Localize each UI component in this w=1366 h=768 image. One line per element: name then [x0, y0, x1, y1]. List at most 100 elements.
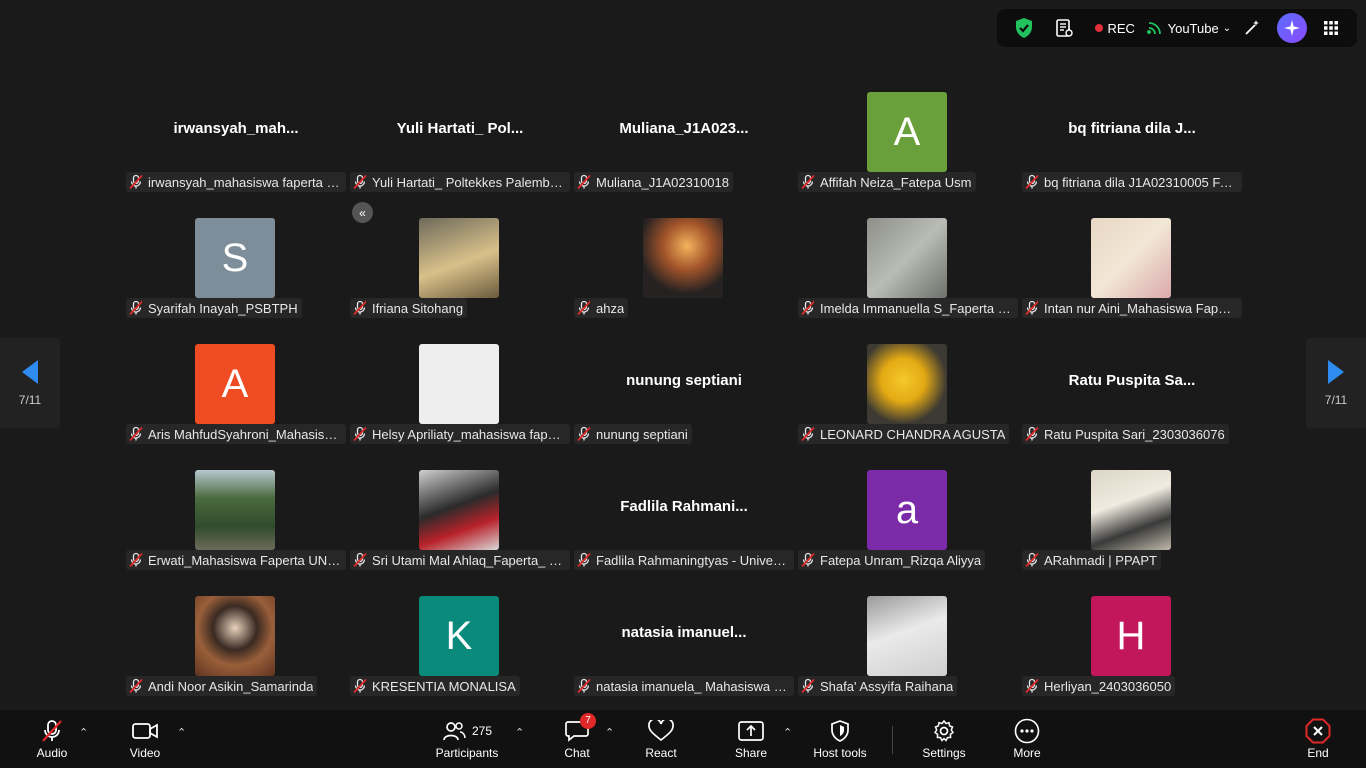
participant-photo	[419, 344, 499, 424]
host-tools-button[interactable]: Host tools	[810, 710, 870, 768]
livestream-dropdown[interactable]: YouTube ⌄	[1143, 9, 1234, 47]
participant-tile[interactable]: S Syarifah Inayah_PSBTPH	[124, 216, 348, 342]
chat-options-caret-icon[interactable]: ⌃	[605, 726, 614, 739]
participant-tile[interactable]: Ifriana Sitohang	[348, 216, 572, 342]
video-button[interactable]: Video	[126, 710, 164, 768]
avatar-initial: H	[1116, 613, 1146, 658]
participant-tile[interactable]: Erwati_Mahasiswa Faperta UNM...	[124, 468, 348, 594]
participants-button[interactable]: 275 Participants	[430, 710, 504, 768]
end-meeting-button[interactable]: End	[1300, 710, 1336, 768]
muted-mic-icon	[1025, 300, 1039, 316]
participant-name-tag: Imelda Immanuella S_Faperta Un...	[798, 298, 1018, 318]
participant-tile[interactable]: Imelda Immanuella S_Faperta Un...	[796, 216, 1020, 342]
rec-label: REC	[1107, 20, 1135, 36]
next-page-button[interactable]: 7/11	[1306, 338, 1366, 428]
end-label: End	[1307, 745, 1329, 760]
participant-name: Andi Noor Asikin_Samarinda	[148, 678, 314, 694]
muted-mic-icon	[577, 678, 591, 694]
participant-avatar: A	[867, 92, 947, 172]
more-label: More	[1013, 745, 1041, 760]
participant-name-tag: ahza	[574, 298, 629, 318]
chat-bubble-icon: 7	[565, 712, 596, 743]
participant-name: Yuli Hartati_ Poltekkes Palembang	[372, 174, 566, 190]
participant-name-tag: Fadlila Rahmaningtyas - Universi...	[574, 550, 794, 570]
participant-name-tag: Syarifah Inayah_PSBTPH	[126, 298, 302, 318]
muted-mic-icon	[1025, 426, 1039, 442]
chevron-down-icon: ⌄	[1222, 22, 1232, 34]
participant-name: Fadlila Rahmaningtyas - Universi...	[596, 552, 790, 568]
participant-tile[interactable]: Muliana_J1A023... Muliana_J1A02310018	[572, 90, 796, 216]
page-indicator-left: 7/11	[18, 393, 42, 407]
participant-name-tag: bq fitriana dila J1A02310005 FAT...	[1022, 172, 1242, 192]
gear-icon	[932, 719, 956, 743]
share-label: Share	[734, 745, 768, 760]
participant-tile[interactable]: Andi Noor Asikin_Samarinda	[124, 594, 348, 720]
participant-avatar: a	[867, 470, 947, 550]
participant-tile[interactable]: K KRESENTIA MONALISA	[348, 594, 572, 720]
apps-grid-icon[interactable]	[1313, 9, 1349, 47]
settings-button[interactable]: Settings	[918, 710, 970, 768]
video-options-caret-icon[interactable]: ⌃	[177, 726, 186, 739]
participant-name-tag: Muliana_J1A02310018	[574, 172, 733, 192]
participant-tile[interactable]: bq fitriana dila J... bq fitriana dila J1…	[1020, 90, 1244, 216]
share-options-caret-icon[interactable]: ⌃	[783, 726, 792, 739]
participant-name-tag: Shafa' Assyifa Raihana	[798, 676, 958, 696]
participant-name: natasia imanuela_ Mahasiswa fa...	[596, 678, 790, 694]
participant-tile[interactable]: ARahmadi | PPAPT	[1020, 468, 1244, 594]
participant-name: Helsy Apriliaty_mahasiswa fapert...	[372, 426, 566, 442]
participant-tile[interactable]: ahza	[572, 216, 796, 342]
chat-button[interactable]: 7 Chat	[558, 710, 596, 768]
previous-page-button[interactable]: 7/11	[0, 338, 60, 428]
security-shield-icon[interactable]	[1005, 9, 1043, 47]
muted-mic-icon	[577, 552, 591, 568]
magic-wand-icon[interactable]	[1234, 9, 1270, 47]
participant-tile[interactable]: Helsy Apriliaty_mahasiswa fapert...	[348, 342, 572, 468]
participant-tile[interactable]: irwansyah_mah... irwansyah_mahasiswa fape…	[124, 90, 348, 216]
participant-name: irwansyah_mahasiswa faperta un...	[148, 174, 342, 190]
participant-tile[interactable]: a Fatepa Unram_Rizqa Aliyya	[796, 468, 1020, 594]
avatar-initial: K	[445, 613, 473, 658]
participant-tile[interactable]: Sri Utami Mal Ahlaq_Faperta_ U...	[348, 468, 572, 594]
participant-name-tag: Andi Noor Asikin_Samarinda	[126, 676, 318, 696]
participant-tile[interactable]: H Herliyan_2403036050	[1020, 594, 1244, 720]
avatar-initial: A	[221, 361, 249, 406]
participant-tile[interactable]: Intan nur Aini_Mahasiswa Fapert...	[1020, 216, 1244, 342]
ai-companion-button[interactable]	[1270, 9, 1314, 47]
avatar-initial: S	[221, 235, 249, 280]
participant-tile[interactable]: A Aris MahfudSyahroni_Mahasiswa...	[124, 342, 348, 468]
video-label: Video	[129, 745, 161, 760]
participant-name-tag: Sri Utami Mal Ahlaq_Faperta_ U...	[350, 550, 570, 570]
participant-tile[interactable]: LEONARD CHANDRA AGUSTA	[796, 342, 1020, 468]
participant-tile[interactable]: Shafa' Assyifa Raihana	[796, 594, 1020, 720]
captions-icon[interactable]	[1043, 9, 1087, 47]
participant-photo	[643, 218, 723, 298]
participant-avatar: K	[419, 596, 499, 676]
recording-dot-icon	[1094, 24, 1103, 32]
muted-mic-icon	[129, 426, 143, 442]
participant-name-tag: KRESENTIA MONALISA	[350, 676, 520, 696]
participant-avatar: A	[195, 344, 275, 424]
heart-icon	[648, 719, 674, 743]
recording-indicator[interactable]: REC	[1086, 9, 1143, 47]
participant-tile[interactable]: natasia imanuel... natasia imanuela_ Maha…	[572, 594, 796, 720]
participant-name: Imelda Immanuella S_Faperta Un...	[820, 300, 1014, 316]
more-dots-icon	[1014, 718, 1040, 743]
participant-name: Syarifah Inayah_PSBTPH	[148, 300, 298, 316]
participant-tile[interactable]: Ratu Puspita Sa... Ratu Puspita Sari_2303…	[1020, 342, 1244, 468]
audio-button[interactable]: Audio	[34, 710, 70, 768]
share-button[interactable]: Share	[731, 710, 771, 768]
end-close-icon	[1305, 718, 1331, 743]
muted-mic-icon	[801, 174, 815, 190]
react-button[interactable]: React	[640, 710, 682, 768]
more-button[interactable]: More	[1007, 710, 1047, 768]
audio-label: Audio	[36, 745, 68, 760]
audio-options-caret-icon[interactable]: ⌃	[79, 726, 88, 739]
arrow-right-icon	[1328, 360, 1344, 384]
participant-tile[interactable]: nunung septiani nunung septiani	[572, 342, 796, 468]
participant-name: nunung septiani	[596, 426, 688, 442]
participant-tile[interactable]: Fadlila Rahmani... Fadlila Rahmaningtyas …	[572, 468, 796, 594]
participants-options-caret-icon[interactable]: ⌃	[515, 726, 524, 739]
participant-tile[interactable]: A Affifah Neiza_Fatepa Usm	[796, 90, 1020, 216]
participant-tile[interactable]: Yuli Hartati_ Pol... Yuli Hartati_ Poltek…	[348, 90, 572, 216]
muted-mic-icon	[353, 678, 367, 694]
